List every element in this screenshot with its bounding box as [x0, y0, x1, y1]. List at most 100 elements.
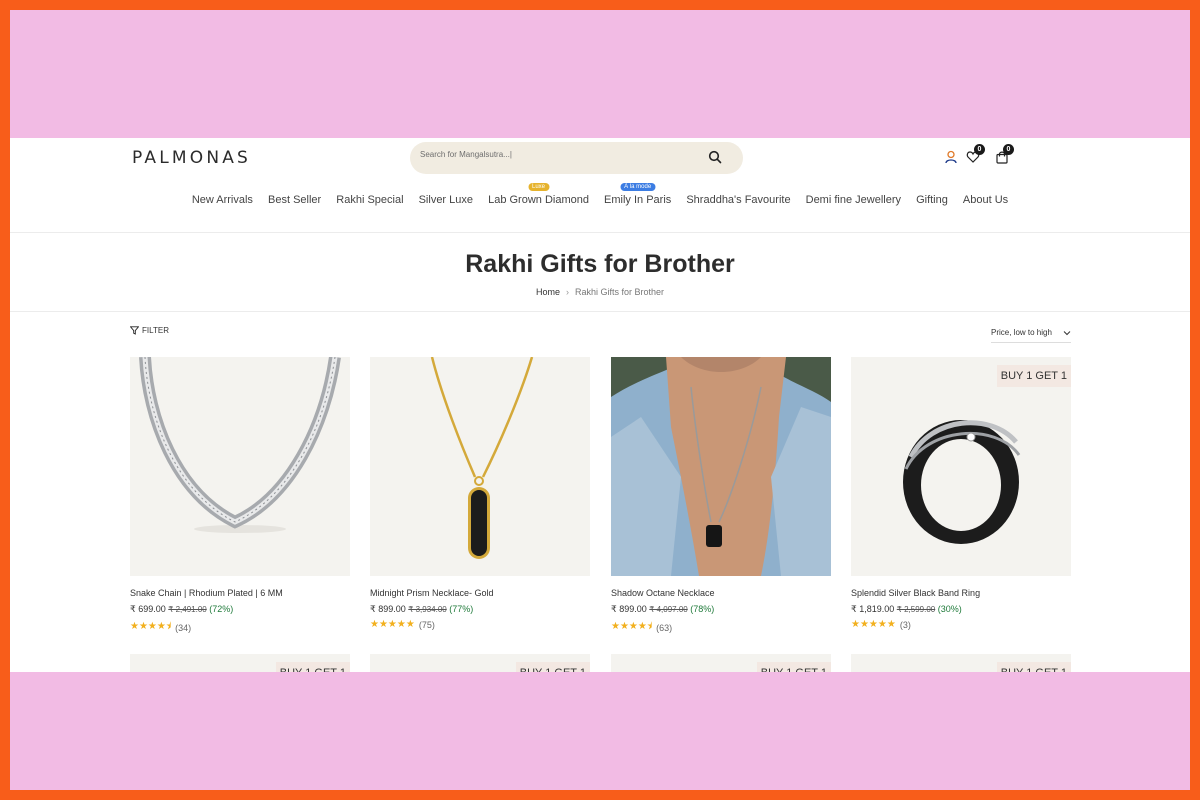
review-count: (34): [175, 622, 192, 633]
product-card-partial[interactable]: BUY 1 GET 1: [611, 654, 831, 672]
account-icon[interactable]: [944, 150, 958, 164]
wishlist-button[interactable]: 0: [966, 144, 985, 164]
nav-tag-badge: Luxe: [528, 183, 550, 191]
promo-badge: BUY 1 GET 1: [515, 662, 590, 672]
nav-label: About Us: [962, 194, 1009, 206]
nav-demi-fine-jewellery[interactable]: Demi fine Jewellery: [806, 194, 901, 206]
star-rating-icon: ★★★★★: [851, 619, 896, 630]
product-image-band-ring[interactable]: BUY 1 GET 1: [851, 357, 1071, 576]
promo-badge: BUY 1 GET 1: [996, 662, 1071, 672]
nav-silver-luxe[interactable]: Silver Luxe: [419, 194, 473, 206]
star-rating-icon: ★★★★⯨: [611, 621, 653, 632]
sort-selected-value: Price, low to high: [991, 328, 1052, 337]
nav-label: Lab Grown Diamond: [488, 194, 589, 206]
brand-logo[interactable]: PALMONAS: [132, 148, 251, 168]
nav-label: Silver Luxe: [418, 194, 474, 206]
filter-funnel-icon: [130, 326, 139, 335]
nav-label: Gifting: [916, 194, 948, 206]
nav-label: Emily In Paris: [604, 194, 672, 206]
nav-label: Rakhi Special: [336, 194, 404, 206]
sale-price: ₹ 699.00: [130, 604, 166, 614]
nav-lab-grown-diamond[interactable]: Luxe Lab Grown Diamond: [488, 183, 589, 206]
sale-price: ₹ 899.00: [611, 604, 647, 614]
main-navigation: New Arrivals Best Seller Rakhi Special S…: [10, 183, 1190, 206]
search-input[interactable]: [420, 150, 700, 159]
rating-row: ★★★★⯨ (63): [611, 619, 831, 636]
nav-new-arrivals[interactable]: New Arrivals: [192, 194, 253, 206]
nav-label: New Arrivals: [191, 194, 253, 206]
breadcrumb-home-link[interactable]: Home: [536, 287, 560, 297]
title-divider: [10, 311, 1190, 312]
star-rating-icon: ★★★★★: [370, 619, 415, 630]
header-divider: [10, 232, 1190, 233]
product-name[interactable]: Midnight Prism Necklace- Gold: [370, 588, 590, 598]
product-name[interactable]: Splendid Silver Black Band Ring: [851, 588, 1071, 598]
search-icon[interactable]: [708, 150, 722, 164]
star-rating-icon: ★★★★⯨: [130, 621, 172, 632]
original-price: ₹ 2,491.00: [168, 605, 207, 614]
review-count: (3): [899, 619, 911, 630]
wishlist-count-badge: 0: [974, 144, 985, 155]
black-band-ring-image: [851, 357, 1071, 576]
product-card[interactable]: Snake Chain | Rhodium Plated | 6 MM ₹ 69…: [130, 357, 350, 636]
discount-percent: (30%): [937, 604, 962, 614]
rating-row: ★★★★⯨ (34): [130, 619, 350, 636]
price-row: ₹ 699.00 ₹ 2,491.00 (72%): [130, 604, 350, 615]
product-image-midnight-prism[interactable]: [370, 357, 590, 576]
original-price: ₹ 3,934.00: [408, 605, 447, 614]
product-image-snake-chain[interactable]: [130, 357, 350, 576]
nav-tag-badge: À la mode: [620, 183, 656, 191]
promo-badge: BUY 1 GET 1: [275, 662, 350, 672]
price-row: ₹ 1,819.00 ₹ 2,599.00 (30%): [851, 604, 1071, 615]
store-page: PALMONAS 0: [10, 138, 1190, 672]
sort-dropdown[interactable]: Price, low to high: [991, 328, 1071, 343]
screenshot-frame: PALMONAS 0: [10, 10, 1190, 790]
nav-best-seller[interactable]: Best Seller: [268, 194, 321, 206]
discount-percent: (78%): [690, 604, 715, 614]
filter-button[interactable]: FILTER: [130, 326, 169, 335]
discount-percent: (72%): [209, 604, 234, 614]
price-row: ₹ 899.00 ₹ 4,097.00 (78%): [611, 604, 831, 615]
breadcrumb: Home › Rakhi Gifts for Brother: [10, 287, 1190, 297]
search-bar[interactable]: [410, 142, 743, 174]
original-price: ₹ 4,097.00: [649, 605, 688, 614]
rating-row: ★★★★★ (3): [851, 619, 1071, 630]
review-count: (75): [418, 619, 435, 630]
gold-pendant-necklace-image: [370, 357, 590, 576]
rating-row: ★★★★★ (75): [370, 619, 590, 630]
nav-label: Demi fine Jewellery: [805, 194, 901, 206]
nav-shraddhas-favourite[interactable]: Shraddha's Favourite: [686, 194, 790, 206]
product-card-partial[interactable]: BUY 1 GET 1: [851, 654, 1071, 672]
nav-emily-in-paris[interactable]: À la mode Emily In Paris: [604, 183, 672, 206]
chevron-down-icon: [1063, 330, 1071, 335]
chevron-right-icon: ›: [565, 287, 569, 297]
page-title: Rakhi Gifts for Brother: [465, 250, 735, 278]
product-card-partial[interactable]: BUY 1 GET 1: [130, 654, 350, 672]
filter-label: FILTER: [142, 326, 169, 335]
nav-label: Best Seller: [268, 194, 322, 206]
promo-badge: BUY 1 GET 1: [756, 662, 831, 672]
nav-about-us[interactable]: About Us: [963, 194, 1008, 206]
product-card[interactable]: Shadow Octane Necklace ₹ 899.00 ₹ 4,097.…: [611, 357, 831, 636]
price-row: ₹ 899.00 ₹ 3,934.00 (77%): [370, 604, 590, 615]
model-wearing-necklace-image: [611, 357, 831, 576]
product-card[interactable]: BUY 1 GET 1 Splendid Silver Black Band R…: [851, 357, 1071, 630]
sale-price: ₹ 1,819.00: [851, 604, 895, 614]
nav-gifting[interactable]: Gifting: [916, 194, 948, 206]
product-image-shadow-octane[interactable]: [611, 357, 831, 576]
product-card[interactable]: Midnight Prism Necklace- Gold ₹ 899.00 ₹…: [370, 357, 590, 630]
cart-count-badge: 0: [1003, 144, 1014, 155]
breadcrumb-current: Rakhi Gifts for Brother: [574, 287, 665, 297]
nav-label: Shraddha's Favourite: [686, 194, 791, 206]
site-header: PALMONAS 0: [10, 138, 1190, 232]
snake-chain-image: [130, 357, 350, 576]
product-name[interactable]: Snake Chain | Rhodium Plated | 6 MM: [130, 588, 350, 598]
review-count: (63): [656, 622, 673, 633]
original-price: ₹ 2,599.00: [896, 605, 936, 614]
product-name[interactable]: Shadow Octane Necklace: [611, 588, 831, 598]
product-card-partial[interactable]: BUY 1 GET 1: [370, 654, 590, 672]
promo-badge: BUY 1 GET 1: [996, 365, 1071, 387]
nav-rakhi-special[interactable]: Rakhi Special: [336, 194, 403, 206]
cart-button[interactable]: 0: [995, 144, 1014, 164]
sale-price: ₹ 899.00: [370, 604, 406, 614]
